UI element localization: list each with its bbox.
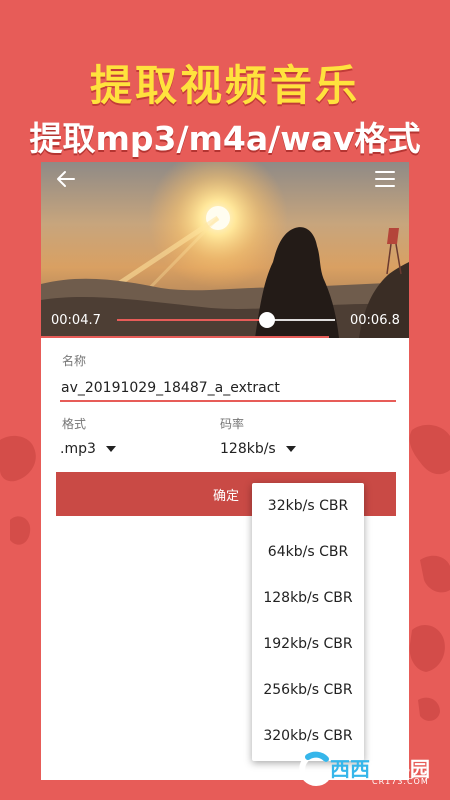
caret-down-icon xyxy=(285,446,296,452)
promo-subheadline: 提取mp3/m4a/wav格式 xyxy=(29,119,421,158)
watermark-brand-a: 西西 xyxy=(330,757,370,781)
promo-headline: 提取视频音乐 xyxy=(89,61,360,110)
bitrate-value: 128kb/s xyxy=(220,441,276,457)
bitrate-option-256[interactable]: 256kb/s CBR xyxy=(252,667,364,713)
format-value: .mp3 xyxy=(60,441,96,457)
hamburger-menu-icon[interactable] xyxy=(374,168,396,190)
video-player[interactable]: 00:04.7 00:06.8 xyxy=(41,162,409,338)
playback-progress-bar xyxy=(41,336,329,338)
arrow-left-icon[interactable] xyxy=(54,167,78,191)
current-time: 00:04.7 xyxy=(51,313,101,328)
seek-progress xyxy=(117,319,268,321)
total-time: 00:06.8 xyxy=(350,313,400,328)
format-label: 格式 xyxy=(62,417,87,431)
caret-down-icon xyxy=(105,446,116,452)
bitrate-option-64[interactable]: 64kb/s CBR xyxy=(252,529,364,575)
bitrate-select[interactable]: 128kb/s xyxy=(220,441,296,457)
name-label: 名称 xyxy=(62,354,87,368)
video-frame-sunset xyxy=(41,162,409,338)
bitrate-dropdown: 32kb/s CBR 64kb/s CBR 128kb/s CBR 192kb/… xyxy=(252,483,364,761)
bitrate-label: 码率 xyxy=(220,417,245,431)
bitrate-option-128[interactable]: 128kb/s CBR xyxy=(252,575,364,621)
format-select[interactable]: .mp3 xyxy=(60,441,116,457)
filename-input[interactable] xyxy=(60,372,396,402)
seek-bar[interactable] xyxy=(117,312,335,328)
site-watermark: 西西软件园 CR173.COM xyxy=(296,749,446,793)
watermark-domain: CR173.COM xyxy=(372,777,429,786)
bitrate-option-32[interactable]: 32kb/s CBR xyxy=(252,483,364,529)
bitrate-option-192[interactable]: 192kb/s CBR xyxy=(252,621,364,667)
